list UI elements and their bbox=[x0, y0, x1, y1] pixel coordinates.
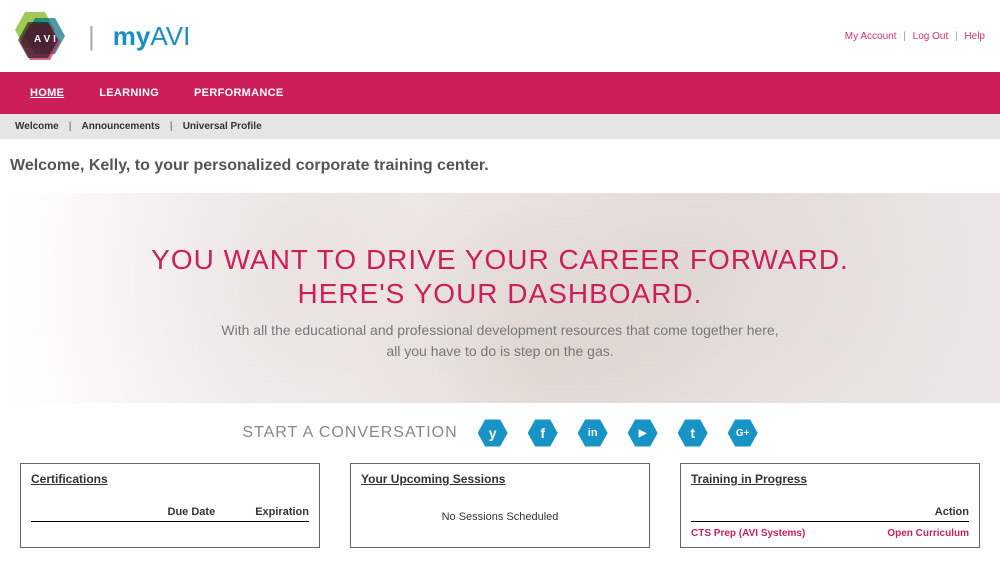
my-account-link[interactable]: My Account bbox=[845, 31, 897, 42]
training-row: CTS Prep (AVI Systems) Open Curriculum bbox=[691, 528, 969, 539]
logo-text: myAVI bbox=[113, 21, 191, 52]
training-name-link[interactable]: CTS Prep (AVI Systems) bbox=[691, 528, 805, 539]
divider: | bbox=[69, 121, 72, 132]
avi-hex-logo: A V I bbox=[10, 10, 70, 62]
nav-performance[interactable]: PERFORMANCE bbox=[194, 87, 283, 99]
youtube-icon[interactable]: ▶ bbox=[628, 418, 658, 448]
hero-sub1: With all the educational and professiona… bbox=[0, 320, 1000, 341]
facebook-icon[interactable]: f bbox=[528, 418, 558, 448]
hero-line2: HERE'S YOUR DASHBOARD. bbox=[0, 277, 1000, 311]
certifications-panel: Certifications Due Date Expiration bbox=[20, 463, 320, 548]
nav-learning[interactable]: LEARNING bbox=[99, 87, 159, 99]
twitter-icon[interactable]: t bbox=[678, 418, 708, 448]
col-action: Action bbox=[935, 506, 969, 518]
logout-link[interactable]: Log Out bbox=[913, 31, 949, 42]
yammer-icon[interactable]: y bbox=[478, 418, 508, 448]
header-top: A V I | myAVI My Account | Log Out | Hel… bbox=[0, 0, 1000, 72]
nav-home[interactable]: HOME bbox=[30, 87, 64, 99]
panel-title: Certifications bbox=[31, 472, 309, 486]
hero-sub2: all you have to do is step on the gas. bbox=[0, 341, 1000, 362]
hero-line1: YOU WANT TO DRIVE YOUR CAREER FORWARD. bbox=[0, 243, 1000, 277]
divider: | bbox=[903, 31, 906, 42]
start-conversation-row: START A CONVERSATION y f in ▶ t G+ bbox=[0, 403, 1000, 463]
help-link[interactable]: Help bbox=[964, 31, 985, 42]
training-progress-panel: Training in Progress Action CTS Prep (AV… bbox=[680, 463, 980, 548]
googleplus-icon[interactable]: G+ bbox=[728, 418, 758, 448]
dashboard-panels: Certifications Due Date Expiration Your … bbox=[0, 463, 1000, 568]
upcoming-sessions-panel: Your Upcoming Sessions No Sessions Sched… bbox=[350, 463, 650, 548]
divider: | bbox=[170, 121, 173, 132]
col-due-date: Due Date bbox=[168, 506, 216, 518]
logo[interactable]: A V I | myAVI bbox=[10, 10, 190, 62]
welcome-message: Welcome, Kelly, to your personalized cor… bbox=[0, 139, 1000, 193]
nav-sub: Welcome | Announcements | Universal Prof… bbox=[0, 114, 1000, 139]
nav-main: HOME LEARNING PERFORMANCE bbox=[0, 72, 1000, 114]
subnav-profile[interactable]: Universal Profile bbox=[183, 121, 262, 132]
panel-title: Training in Progress bbox=[691, 472, 969, 486]
svg-text:A V I: A V I bbox=[34, 34, 56, 45]
logo-separator: | bbox=[88, 21, 95, 52]
subnav-welcome[interactable]: Welcome bbox=[15, 121, 59, 132]
divider: | bbox=[955, 31, 958, 42]
training-action-link[interactable]: Open Curriculum bbox=[887, 528, 969, 539]
col-expiration: Expiration bbox=[255, 506, 309, 518]
panel-title: Your Upcoming Sessions bbox=[361, 472, 639, 486]
training-headers: Action bbox=[691, 506, 969, 522]
linkedin-icon[interactable]: in bbox=[578, 418, 608, 448]
convo-label: START A CONVERSATION bbox=[242, 424, 457, 442]
hero-subtitle: With all the educational and professiona… bbox=[0, 320, 1000, 362]
hero-banner: YOU WANT TO DRIVE YOUR CAREER FORWARD. H… bbox=[0, 193, 1000, 403]
cert-headers: Due Date Expiration bbox=[31, 506, 309, 522]
subnav-announcements[interactable]: Announcements bbox=[82, 121, 160, 132]
top-links: My Account | Log Out | Help bbox=[845, 31, 985, 42]
sessions-empty: No Sessions Scheduled bbox=[361, 511, 639, 523]
hero-title: YOU WANT TO DRIVE YOUR CAREER FORWARD. H… bbox=[0, 243, 1000, 310]
